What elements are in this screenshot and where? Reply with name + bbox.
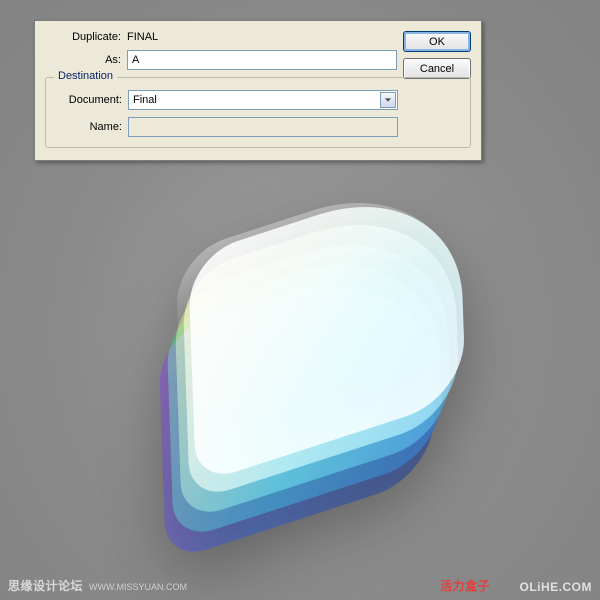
destination-fieldset: Destination Document: Final Name: — [45, 77, 471, 148]
document-select[interactable]: Final — [128, 90, 398, 110]
background-3d-art — [120, 170, 500, 550]
watermark-mid: 活力盒子 — [440, 577, 490, 594]
duplicate-value: FINAL — [127, 31, 158, 43]
watermark-left: 思缘设计论坛WWW.MISSYUAN.COM — [8, 577, 187, 594]
name-input[interactable] — [128, 117, 398, 137]
as-label: As: — [45, 54, 127, 66]
name-label: Name: — [56, 121, 128, 133]
duplicate-label: Duplicate: — [45, 31, 127, 43]
chevron-down-icon — [380, 92, 396, 108]
destination-legend: Destination — [54, 70, 117, 82]
ok-button[interactable]: OK — [403, 31, 471, 52]
document-label: Document: — [56, 94, 128, 106]
duplicate-dialog: OK Cancel Duplicate: FINAL As: Destinati… — [34, 20, 482, 161]
document-select-value: Final — [133, 94, 378, 106]
cancel-button[interactable]: Cancel — [403, 58, 471, 79]
as-input[interactable] — [127, 50, 397, 70]
watermark-right: OLiHE.COM — [520, 580, 593, 594]
